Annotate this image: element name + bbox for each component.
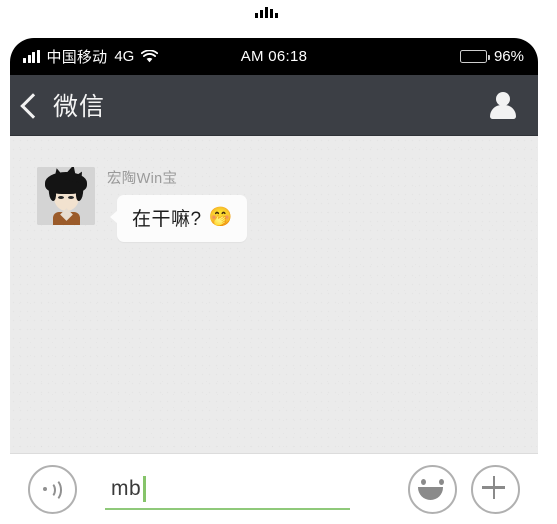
message-text: 在干嘛? — [132, 209, 202, 230]
carrier-label: 中国移动 — [46, 49, 108, 66]
phone-screen: 中国移动 4G AM 06:18 96% 微信 宏陶Win宝 在干嘛? 🤭 mb — [10, 38, 538, 524]
input-underline — [105, 507, 350, 510]
plus-icon[interactable] — [471, 464, 520, 514]
message-input-field[interactable]: mb — [97, 467, 378, 512]
network-type-label: 4G — [114, 48, 135, 65]
message-emoji-icon: 🤭 — [208, 207, 233, 228]
bubble-tail-icon — [110, 210, 118, 224]
text-caret — [143, 476, 146, 502]
battery-icon — [459, 50, 490, 63]
chat-message-area[interactable]: 宏陶Win宝 在干嘛? 🤭 — [10, 136, 538, 453]
message-row: 宏陶Win宝 在干嘛? 🤭 — [10, 136, 538, 242]
sender-name: 宏陶Win宝 — [107, 171, 178, 187]
smiley-face-icon[interactable] — [408, 464, 457, 514]
page-title: 微信 — [53, 93, 106, 121]
back-button[interactable]: 微信 — [20, 87, 106, 123]
top-notch-strip — [0, 0, 557, 30]
wifi-icon — [141, 49, 159, 63]
message-bubble[interactable]: 在干嘛? 🤭 — [117, 195, 247, 242]
message-bubble-wrap: 在干嘛? 🤭 — [110, 195, 247, 242]
battery-percent-label: 96% — [493, 48, 524, 65]
status-bar-left: 中国移动 4G — [23, 46, 159, 67]
signal-bars-icon — [23, 50, 40, 63]
message-input-bar: mb — [10, 453, 538, 524]
message-input-value: mb — [111, 477, 142, 500]
message-column: 宏陶Win宝 在干嘛? 🤭 — [107, 167, 247, 242]
voice-wave-icon[interactable] — [28, 464, 77, 514]
notch-signal-decoration-icon — [255, 6, 278, 18]
person-icon[interactable] — [488, 90, 518, 120]
avatar[interactable] — [37, 167, 95, 225]
status-bar: 中国移动 4G AM 06:18 96% — [10, 38, 538, 75]
status-bar-right: 96% — [459, 48, 524, 65]
nav-bar: 微信 — [10, 75, 538, 136]
back-chevron-icon — [20, 92, 46, 119]
